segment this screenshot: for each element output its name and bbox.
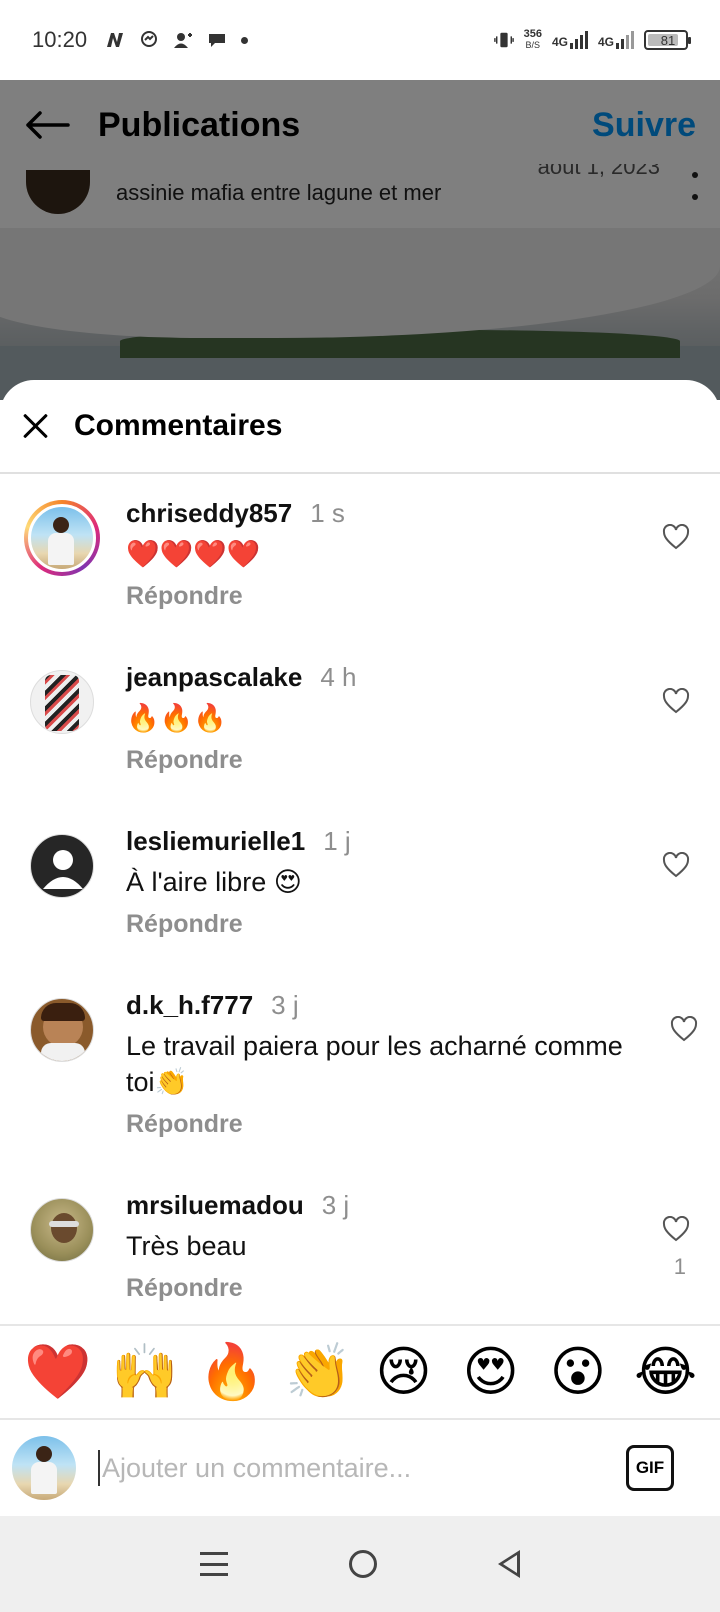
comment-username[interactable]: jeanpascalake 4 h [126, 662, 357, 693]
gif-button[interactable]: GIF [626, 1445, 674, 1491]
comment-time: 1 j [323, 826, 351, 856]
network-speed: 356 B/S [523, 28, 542, 51]
current-user-avatar [12, 1436, 76, 1500]
add-user-icon [173, 31, 193, 49]
signal-1: 4G [552, 31, 588, 49]
vibrate-icon [493, 31, 514, 49]
sheet-header: Commentaires [0, 380, 720, 474]
nav-back-icon[interactable] [497, 1550, 520, 1578]
signal-2: 4G [598, 31, 634, 49]
comment-composer: GIF [0, 1420, 720, 1516]
commenter-avatar[interactable] [30, 1198, 94, 1262]
reply-button[interactable]: Répondre [126, 1110, 243, 1139]
reply-button[interactable]: Répondre [126, 1274, 243, 1303]
reply-button[interactable]: Répondre [126, 746, 243, 775]
like-heart-icon[interactable] [662, 523, 690, 550]
signal-bars-icon [569, 31, 588, 49]
comment-input[interactable] [98, 1450, 626, 1486]
signal-bars-icon [616, 31, 634, 49]
emoji-raised-hands[interactable]: 🙌 [111, 1345, 178, 1399]
status-bar: 10:20 356 B/S 4G 4G 81 [0, 0, 720, 80]
emoji-laughing[interactable]: 😂 [634, 1345, 697, 1399]
comment-username[interactable]: mrsiluemadou 3 j [126, 1190, 349, 1221]
n-app-icon [105, 31, 125, 49]
messenger-icon [139, 31, 159, 49]
comment-time: 1 s [310, 498, 345, 528]
comment-text: ❤️❤️❤️❤️ [126, 539, 261, 569]
emoji-fire[interactable]: 🔥 [198, 1345, 265, 1399]
comment-username[interactable]: lesliemurielle1 1 j [126, 826, 351, 857]
commenter-avatar[interactable] [30, 834, 94, 898]
reply-button[interactable]: Répondre [126, 910, 243, 939]
comment-time: 3 j [271, 990, 299, 1020]
commenter-avatar[interactable] [30, 670, 94, 734]
like-heart-icon[interactable] [662, 687, 690, 714]
comment-text: 🔥🔥🔥 [126, 703, 227, 733]
notification-icons [105, 31, 249, 49]
system-status-icons: 356 B/S 4G 4G 81 [493, 28, 691, 51]
comment-username[interactable]: d.k_h.f777 3 j [126, 990, 299, 1021]
comment-time: 4 h [320, 662, 357, 692]
like-heart-icon[interactable] [662, 851, 690, 878]
emoji-heart-eyes[interactable]: 😍 [460, 1345, 522, 1399]
emoji-heart[interactable]: ❤️ [24, 1345, 91, 1399]
comment-time: 3 j [321, 1190, 350, 1220]
emoji-sad[interactable]: 😢 [373, 1345, 435, 1399]
comment-username[interactable]: chriseddy857 1 s [126, 498, 345, 529]
battery-icon: 81 [644, 30, 691, 50]
emoji-clap[interactable]: 👏 [285, 1345, 352, 1399]
close-icon[interactable] [22, 413, 48, 439]
more-notifications-icon [241, 36, 249, 44]
chat-icon [207, 31, 227, 49]
sheet-title: Commentaires [74, 409, 283, 442]
comment-text: À l'aire libre 😍 [126, 867, 302, 897]
system-navigation-bar [0, 1516, 720, 1612]
like-heart-icon[interactable] [670, 1015, 698, 1042]
reply-button[interactable]: Répondre [126, 582, 243, 611]
quick-emoji-bar: ❤️ 🙌 🔥 👏 😢 😍 😮 😂 [0, 1324, 720, 1420]
emoji-surprised[interactable]: 😮 [547, 1345, 609, 1399]
dim-overlay[interactable] [0, 80, 720, 400]
recent-apps-icon[interactable] [200, 1552, 229, 1576]
commenter-avatar[interactable] [30, 998, 94, 1062]
like-count: 1 [673, 1254, 686, 1279]
status-time: 10:20 [32, 27, 88, 52]
comment-text: Le travail paiera pour les acharné comme… [126, 1031, 623, 1097]
home-icon[interactable] [348, 1550, 377, 1578]
like-heart-icon[interactable] [662, 1215, 690, 1242]
commenter-avatar[interactable] [24, 500, 100, 576]
comment-text: Très beau [126, 1231, 247, 1261]
